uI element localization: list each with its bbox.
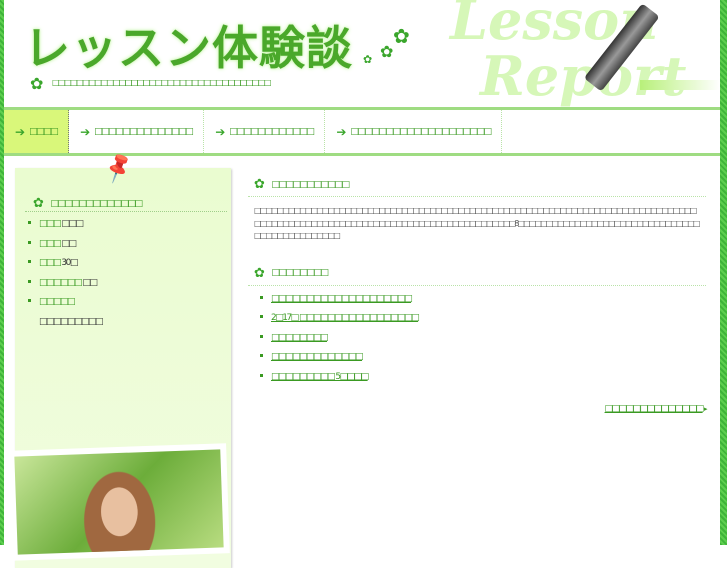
flower-icon: ✿ [254, 177, 265, 192]
nav-label: □□□□ [29, 126, 59, 137]
profile-value: □□□ [61, 219, 84, 229]
profile-key: □□□ [39, 219, 62, 229]
arrow-icon: ➔ [215, 124, 226, 139]
list-item-detail: □□□□□□□□□ [28, 316, 104, 336]
flower-icon: ✿ [33, 196, 44, 211]
nav-label: □□□□□□□□□□□□□□□□□□□□ [350, 126, 492, 137]
more-link[interactable]: □□□□□□□□□□□□□□ [605, 404, 705, 414]
profile-key: □□□ [39, 258, 62, 268]
sidebar-heading: □□□□□□□□□□□□□ [50, 198, 143, 209]
list-item: □□□□□□ □□ [28, 277, 102, 297]
highlighter-stroke [640, 80, 720, 90]
nav-item-home[interactable]: ➔ □□□□ [4, 110, 70, 153]
list-item: □□□ □□ [28, 238, 102, 258]
list-item: □□□□□ [28, 296, 102, 316]
profile-list: □□□ □□□ □□□ □□ □□□ 30□ □□□□□□ □□ □□□□□ □… [28, 218, 104, 336]
list-item: □□□□□□□□□□□□□□□□□□□□ [260, 292, 706, 312]
article-link[interactable]: □□□□□□□□ [271, 333, 329, 343]
flower-icon: ✿ [393, 24, 410, 48]
profile-key: □□□ [39, 238, 62, 249]
flower-icon: ✿ [363, 53, 373, 66]
section-heading: □□□□□□□□□□□ [271, 179, 350, 190]
triangle-right-icon: ▸ [703, 405, 708, 413]
nav-label: □□□□□□□□□□□□ [229, 126, 315, 137]
profile-key: □□□□□□ [39, 277, 83, 288]
intro-paragraph: □□□□□□□□□□□□□□□□□□□□□□□□□□□□□□□□□□□□□□□□… [254, 206, 700, 240]
right-border [720, 0, 727, 545]
arrow-icon: ➔ [336, 124, 347, 139]
left-border [0, 0, 4, 545]
profile-value: □□ [61, 238, 77, 249]
nav-item-3[interactable]: ➔ □□□□□□□□□□□□ [204, 110, 326, 153]
profile-value: □□ [82, 277, 98, 288]
list-item: □□□□□□□□□ 5□□□□ [260, 370, 706, 390]
main-content: ✿ □□□□□□□□□□□ □□□□□□□□□□□□□□□□□□□□□□□□□□□… [248, 177, 708, 414]
article-link[interactable]: 2□17□ □□□□□□□□□□□□□□□□□ [271, 313, 420, 323]
site-title[interactable]: レッスン体験談 [24, 12, 353, 78]
list-item: □□□□□□□□ [260, 331, 706, 351]
list-item: □□□ 30□ [28, 257, 102, 277]
article-link[interactable]: □□□□□□□□□□□□□□□□□□□□ [271, 294, 413, 304]
flower-icon: ✿ [380, 42, 394, 61]
nav-label: □□□□□□□□□□□□□□ [94, 126, 194, 137]
main-nav: ➔ □□□□ ➔ □□□□□□□□□□□□□□ ➔ □□□□□□□□□□□□ ➔ □□□… [4, 107, 720, 156]
profile-key: □□□□□ [39, 297, 76, 307]
nav-item-2[interactable]: ➔ □□□□□□□□□□□□□□ [69, 110, 205, 153]
list-item: □□□□□□□□□□□□□ [260, 350, 706, 370]
list-item: 2□17□ □□□□□□□□□□□□□□□□□ [260, 311, 706, 331]
article-link[interactable]: □□□□□□□□□□□□□ [271, 352, 364, 362]
site-tagline: □□□□□□□□□□□□□□□□□□□□□□□□□□□□□□□□□□□□ [52, 78, 272, 87]
profile-photo [8, 443, 230, 561]
flower-icon: ✿ [254, 265, 265, 281]
section-heading: □□□□□□□□ [271, 268, 329, 278]
flower-icon: ✿ [30, 74, 44, 93]
arrow-icon: ➔ [80, 124, 91, 139]
arrow-icon: ➔ [15, 124, 26, 139]
profile-value: 30□ [61, 258, 78, 268]
nav-item-4[interactable]: ➔ □□□□□□□□□□□□□□□□□□□□ [325, 110, 503, 153]
article-link[interactable]: □□□□□□□□□ 5□□□□ [271, 372, 369, 382]
link-list: □□□□□□□□□□□□□□□□□□□□ 2□17□ □□□□□□□□□□□□□… [260, 292, 706, 390]
list-item: □□□ □□□ [28, 218, 102, 238]
profile-detail: □□□□□□□□□ [39, 316, 104, 327]
divider [25, 211, 227, 212]
